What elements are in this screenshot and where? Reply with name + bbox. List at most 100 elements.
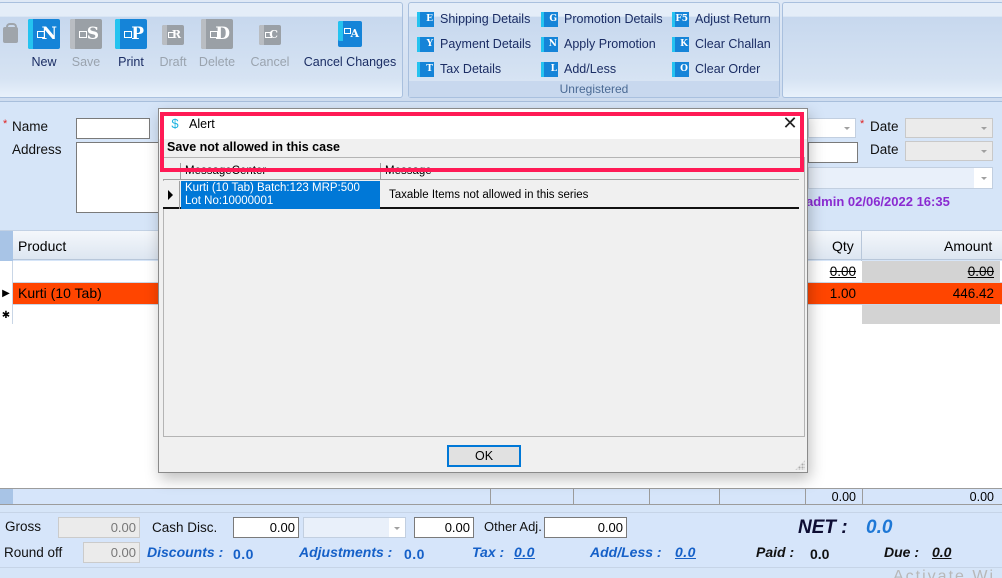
add-less-button[interactable]: L Add/Less [541, 60, 616, 78]
draft-button[interactable]: R Draft [157, 19, 189, 69]
discounts-label: Discounts : [147, 544, 224, 560]
ribbon-group-details: E Shipping Details Y Payment Details T T… [408, 2, 780, 98]
clear-challan-icon: K [672, 36, 689, 52]
cash-disc-input[interactable]: 0.00 [233, 517, 299, 538]
new-label: New [31, 55, 57, 69]
apply-promotion-button[interactable]: N Apply Promotion [541, 35, 656, 53]
discount-type-dropdown[interactable] [303, 517, 406, 538]
amount-cell[interactable]: 0.00 [968, 261, 994, 282]
net-value: 0.0 [866, 517, 893, 538]
qty-cell[interactable]: 1.00 [830, 283, 856, 304]
clear-challan-button[interactable]: K Clear Challan [672, 35, 771, 53]
promotion-details-button[interactable]: G Promotion Details [541, 10, 663, 28]
payment-details-button[interactable]: Y Payment Details [417, 35, 531, 53]
delete-label: Delete [198, 55, 236, 69]
salesman-dropdown[interactable] [808, 167, 993, 189]
column-header-amount[interactable]: Amount [944, 238, 992, 254]
total-amount: 0.00 [969, 490, 994, 504]
shipping-icon: E [417, 11, 434, 27]
address-label: Address [12, 142, 62, 157]
adjust-return-label: Adjust Return [695, 12, 771, 26]
adjust-return-button[interactable]: F5 Adjust Return [672, 10, 771, 28]
amount-cell[interactable]: 446.42 [953, 283, 994, 304]
column-header-product[interactable]: Product [18, 238, 66, 254]
cancel-changes-icon: A [338, 21, 362, 47]
tax-details-button[interactable]: T Tax Details [417, 60, 501, 78]
ok-button[interactable]: OK [447, 445, 521, 467]
print-button[interactable]: P Print [113, 19, 149, 69]
adjustments-label: Adjustments : [299, 544, 393, 560]
resize-grip-icon[interactable] [795, 460, 805, 470]
addless-label: Add/Less : [590, 544, 662, 560]
name-label: Name [12, 119, 49, 134]
round-off-label: Round off [4, 545, 63, 560]
reference-input[interactable] [808, 142, 858, 163]
add-less-icon: L [541, 61, 558, 77]
grid-corner[interactable] [0, 231, 13, 261]
other-adj-label: Other Adj. [484, 519, 542, 534]
message-center-cell[interactable]: Kurti (10 Tab) Batch:123 MRP:500 Lot No:… [181, 181, 380, 209]
message-row[interactable]: Kurti (10 Tab) Batch:123 MRP:500 Lot No:… [163, 181, 799, 209]
due-link[interactable]: 0.0 [932, 544, 951, 560]
product-cell[interactable]: Kurti (10 Tab) [18, 285, 102, 301]
new-icon: N [28, 19, 60, 49]
activate-windows-watermark: Activate Wi [893, 568, 996, 578]
paid-label: Paid : [756, 544, 795, 560]
chevron-down-icon [981, 177, 987, 180]
column-header-qty[interactable]: Qty [832, 238, 854, 254]
required-marker: * [3, 118, 8, 130]
tax-link[interactable]: 0.0 [514, 544, 535, 560]
date-picker[interactable] [905, 118, 993, 138]
cancel-button[interactable]: C Cancel [249, 19, 291, 69]
addless-link[interactable]: 0.0 [675, 544, 696, 560]
row-pointer-icon [163, 181, 180, 209]
paid-value: 0.0 [810, 546, 830, 562]
net-label: NET : [798, 517, 848, 538]
add-less-label: Add/Less [564, 62, 617, 76]
date-label-2: Date [870, 142, 899, 157]
promotion-details-label: Promotion Details [564, 12, 663, 26]
chevron-down-icon [844, 127, 850, 130]
ribbon-group-empty [782, 2, 1002, 98]
tax-icon: T [417, 61, 434, 77]
discounts-value: 0.0 [233, 546, 254, 562]
promotion-icon: G [541, 11, 558, 27]
message-cell[interactable]: Taxable Items not allowed in this series [381, 181, 799, 209]
highlight-box [160, 112, 804, 172]
gross-label: Gross [5, 519, 42, 534]
cancel-changes-button[interactable]: A Cancel Changes [303, 19, 397, 69]
cancel-icon: C [259, 25, 281, 45]
cancel-label: Cancel [250, 55, 290, 69]
lock-icon[interactable] [3, 23, 18, 43]
new-button[interactable]: N New [27, 19, 61, 69]
other-adj-input[interactable]: 0.00 [544, 517, 627, 538]
row-header[interactable] [0, 261, 13, 283]
adjust-return-icon: F5 [672, 11, 689, 27]
apply-promotion-icon: N [541, 36, 558, 52]
cash-disc-percent-input[interactable]: 0.00 [414, 517, 474, 538]
date-picker-2[interactable] [905, 141, 993, 161]
draft-icon: R [162, 25, 184, 45]
save-button[interactable]: S Save [69, 19, 103, 69]
clear-order-button[interactable]: O Clear Order [672, 60, 760, 78]
delete-button[interactable]: D Delete [197, 19, 237, 69]
series-dropdown[interactable] [808, 118, 856, 138]
name-input[interactable] [76, 118, 150, 139]
payment-icon: Y [417, 36, 434, 52]
shipping-details-button[interactable]: E Shipping Details [417, 10, 530, 28]
print-label: Print [118, 55, 144, 69]
tax-details-label: Tax Details [440, 62, 502, 76]
due-label: Due : [884, 544, 919, 560]
total-qty: 0.00 [831, 490, 856, 504]
round-off-field: 0.00 [83, 542, 140, 563]
payment-details-label: Payment Details [440, 37, 532, 51]
gross-field: 0.00 [58, 517, 140, 538]
grid-totals-row: 0.00 0.00 [0, 488, 1002, 505]
print-icon: P [115, 19, 147, 49]
draft-label: Draft [159, 55, 187, 69]
qty-cell[interactable]: 0.00 [830, 261, 856, 282]
chevron-down-icon [981, 150, 987, 153]
address-input[interactable] [76, 142, 160, 213]
ribbon-group-caption: Unregistered [409, 80, 779, 97]
row-pointer-icon[interactable]: ▶ [0, 283, 13, 305]
